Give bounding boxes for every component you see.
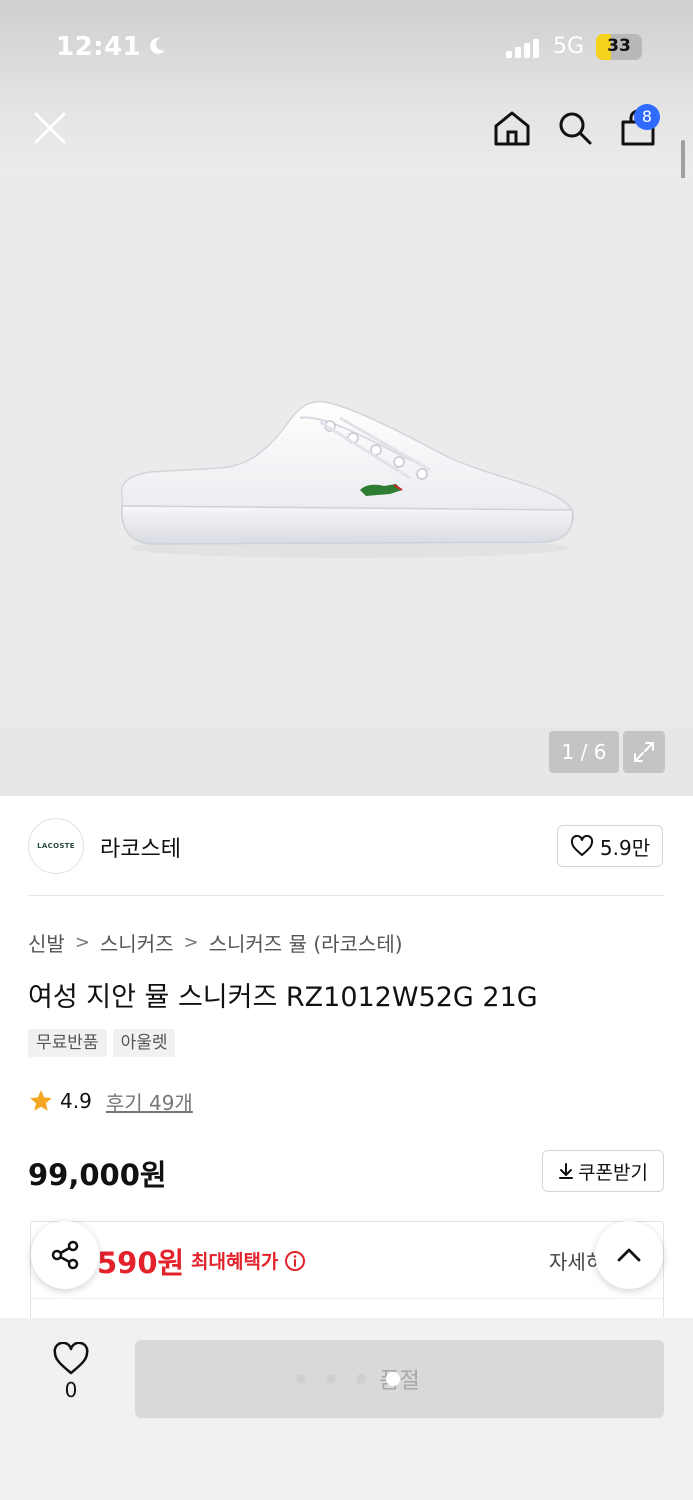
breadcrumb-item-shoes[interactable]: 신발 [28, 928, 65, 957]
info-icon[interactable] [284, 1250, 306, 1272]
status-time: 12:41 [56, 32, 142, 62]
network-label: 5G [553, 34, 585, 59]
close-button[interactable] [22, 100, 78, 156]
breadcrumb-item-sneaker-mule[interactable]: 스니커즈 뮬 (라코스테) [209, 928, 403, 957]
page-dot [326, 1374, 336, 1384]
expand-image-button[interactable] [623, 731, 665, 773]
top-area: 12:41 5G 33 8 [0, 0, 693, 178]
home-button[interactable] [484, 100, 540, 156]
breadcrumb: 신발 > 스니커즈 > 스니커즈 뮬 (라코스테) [28, 928, 403, 956]
brand-logo[interactable]: LACOSTE [28, 818, 84, 874]
benefit-label-row: 최대혜택가 [191, 1247, 306, 1274]
section-divider [28, 895, 665, 896]
expand-icon [634, 742, 654, 762]
review-link[interactable]: 후기 49개 [106, 1087, 193, 1116]
brand-like-button[interactable]: 5.9만 [557, 825, 663, 867]
tag-free-return: 무료반품 [28, 1029, 107, 1057]
scroll-top-button[interactable] [595, 1221, 663, 1289]
tag-outlet: 아울렛 [112, 1029, 176, 1057]
chevron-right-icon: > [74, 931, 90, 953]
nav-bar: 8 [0, 90, 693, 170]
brand-logo-text: LACOSTE [37, 842, 75, 850]
share-icon [51, 1240, 79, 1270]
chevron-up-icon [617, 1248, 641, 1262]
product-title: 여성 지안 뮬 스니커즈 RZ1012W52G 21G [28, 982, 538, 1013]
wishlist-button[interactable]: 0 [38, 1342, 104, 1426]
close-icon [34, 112, 66, 144]
chevron-right-icon: > [183, 931, 199, 953]
search-button[interactable] [547, 100, 603, 156]
download-icon [559, 1163, 574, 1179]
image-page-counter: 1 / 6 [549, 731, 619, 773]
page-dots [296, 1372, 400, 1386]
brand-like-count: 5.9만 [599, 835, 651, 860]
benefit-label: 최대혜택가 [191, 1251, 279, 1273]
status-bar: 12:41 5G 33 [0, 0, 693, 90]
battery-indicator: 33 [596, 34, 642, 60]
product-price: 99,000원 [28, 1158, 167, 1192]
signal-icon [506, 39, 539, 58]
rating-value: 4.9 [60, 1089, 92, 1113]
cart-button[interactable]: 8 [610, 100, 666, 156]
share-button[interactable] [31, 1221, 99, 1289]
rating-row: 4.9 후기 49개 [28, 1086, 193, 1116]
breadcrumb-item-sneakers[interactable]: 스니커즈 [100, 928, 174, 957]
brand-name[interactable]: 라코스테 [100, 831, 181, 863]
cart-count-badge: 8 [634, 104, 660, 130]
product-shoe-image [120, 400, 574, 558]
benefit-price: 590원 [97, 1246, 185, 1280]
page-dot [356, 1374, 366, 1384]
wishlist-count: 0 [64, 1378, 78, 1402]
home-icon [494, 111, 530, 146]
product-gallery[interactable]: 1 / 6 [0, 178, 693, 796]
bottom-action-bar: 0 품절 [0, 1318, 693, 1500]
battery-label: 33 [607, 36, 631, 56]
heart-icon [570, 835, 593, 856]
page-dot [296, 1374, 306, 1384]
coupon-label: 쿠폰받기 [578, 1161, 648, 1184]
moon-icon [150, 37, 165, 54]
search-icon [559, 112, 592, 145]
product-tags: 무료반품 아울렛 [28, 1029, 176, 1057]
brand-row: LACOSTE 라코스테 5.9만 [28, 816, 665, 876]
heart-icon [53, 1342, 89, 1375]
page-dot-active [386, 1372, 400, 1386]
star-icon [30, 1090, 52, 1111]
coupon-button[interactable]: 쿠폰받기 [542, 1150, 664, 1192]
benefit-divider [31, 1298, 663, 1299]
